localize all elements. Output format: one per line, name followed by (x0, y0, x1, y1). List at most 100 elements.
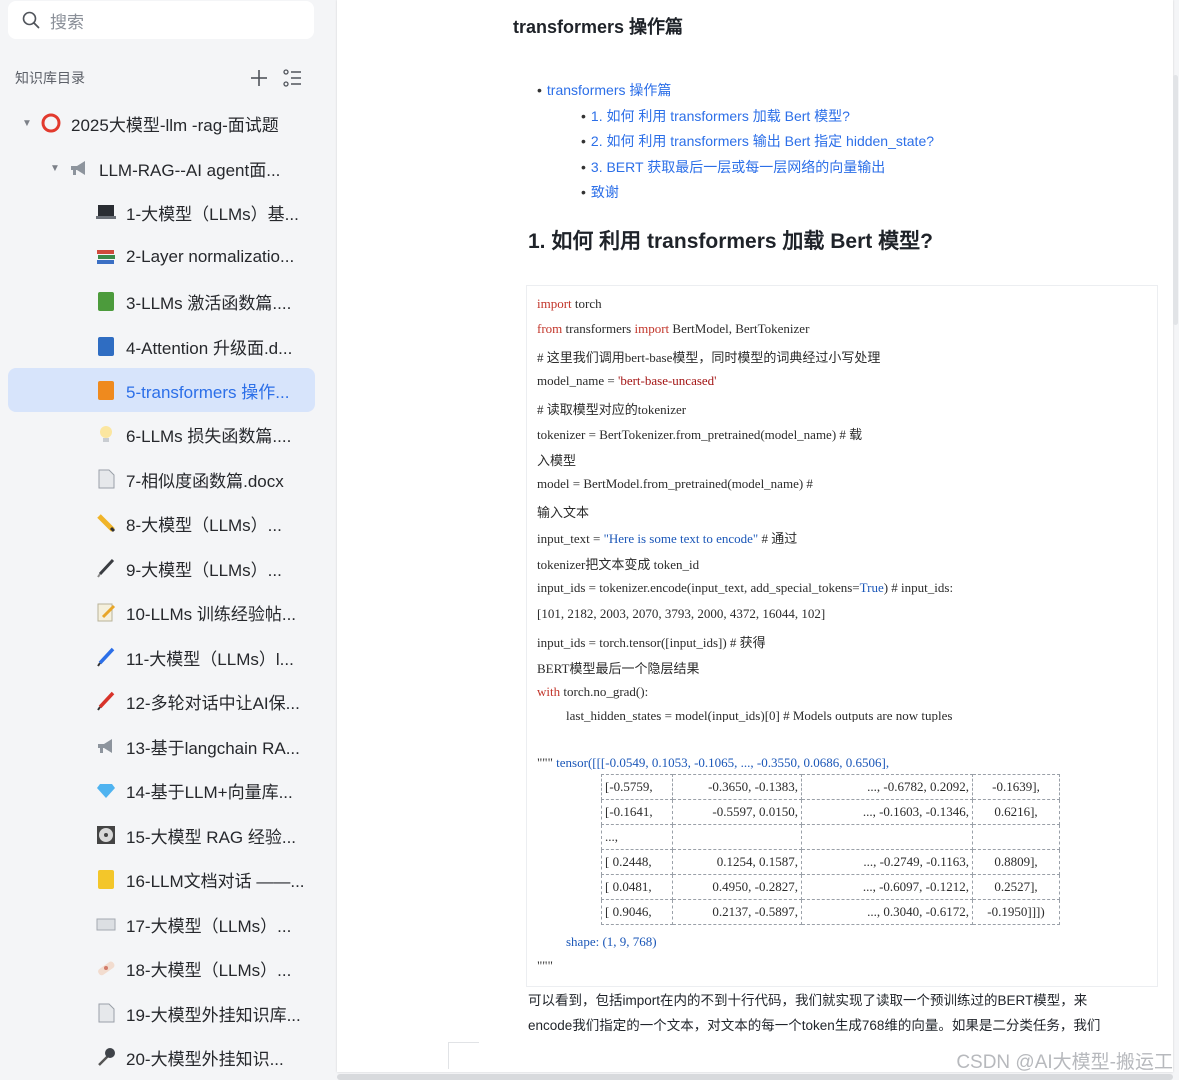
gem-icon (95, 779, 117, 801)
tree-item-doc[interactable]: 11-大模型（LLMs）l... (8, 635, 315, 679)
code-line: model = BertModel.from_pretrained(model_… (537, 476, 813, 491)
tree-item-doc[interactable]: 2-Layer normalizatio... (8, 235, 315, 279)
tree-item-label: 19-大模型外挂知识库... (126, 1005, 301, 1025)
search-box[interactable]: 搜索 (8, 1, 314, 39)
search-placeholder: 搜索 (50, 12, 84, 32)
horizontal-scrollbar[interactable] (337, 1074, 1173, 1080)
tree-item-label: 6-LLMs 损失函数篇.... (126, 426, 292, 446)
table-cell: ..., -0.2749, -0.1163, (801, 849, 973, 875)
tree-item-doc[interactable]: 7-相似度函数篇.docx (8, 457, 315, 501)
tree-item-label: 8-大模型（LLMs）... (126, 515, 282, 535)
tree-item-label: 20-大模型外挂知识... (126, 1049, 284, 1069)
tree-item-doc[interactable]: 10-LLMs 训练经验帖... (8, 590, 315, 634)
tree-item-label: 14-基于LLM+向量库... (126, 782, 293, 802)
table-cell: 0.2137, -0.5897, (672, 899, 802, 925)
tree-item-label: 16-LLM文档对话 ——... (126, 871, 305, 891)
tree-item-doc[interactable]: 6-LLMs 损失函数篇.... (8, 412, 315, 456)
tree-item-label: 12-多轮对话中让AI保... (126, 693, 300, 713)
tree-item-doc[interactable]: 12-多轮对话中让AI保... (8, 679, 315, 723)
tree-item-doc[interactable]: 4-Attention 升级面.d... (8, 324, 315, 368)
table-cell (972, 824, 1060, 850)
toc-link[interactable]: 2. 如何 利用 transformers 输出 Bert 指定 hidden_… (591, 133, 934, 149)
memo-icon (95, 601, 117, 623)
outline-list-icon[interactable] (283, 66, 303, 90)
code-line: import torch (537, 296, 602, 311)
toc-link[interactable]: 3. BERT 获取最后一层或每一层网络的向量输出 (591, 159, 885, 175)
megaphone-icon (68, 157, 90, 179)
tensor-output-table: [-0.5759, -0.3650, -0.1383, ..., -0.6782… (601, 774, 1060, 925)
table-row: [-0.1641, -0.5597, 0.0150, ..., -0.1603,… (601, 799, 1060, 825)
bandage-icon (95, 957, 117, 979)
table-row: [-0.5759, -0.3650, -0.1383, ..., -0.6782… (601, 774, 1060, 800)
tree-item-label: 1-大模型（LLMs）基... (126, 204, 299, 224)
code-line: tokenizer = BertTokenizer.from_pretraine… (537, 427, 863, 442)
tree-item-doc[interactable]: 20-大模型外挂知识... (8, 1035, 315, 1079)
table-row: ..., (601, 824, 1060, 850)
table-cell: 0.4950, -0.2827, (672, 874, 802, 900)
code-line: from transformers import BertModel, Bert… (537, 321, 810, 336)
toc-item[interactable]: • 致谢 (537, 180, 934, 206)
tree-item-label: 7-相似度函数篇.docx (126, 471, 284, 491)
page-corner-marker (448, 1042, 479, 1069)
tree-item-doc[interactable]: 8-大模型（LLMs）... (8, 501, 315, 545)
toc-link[interactable]: transformers 操作篇 (547, 82, 671, 98)
code-line: """ (537, 958, 553, 973)
table-cell: -0.3650, -0.1383, (672, 774, 802, 800)
tree-item-doc[interactable]: 18-大模型（LLMs）... (8, 946, 315, 990)
toc-link[interactable]: 1. 如何 利用 transformers 加载 Bert 模型? (591, 108, 850, 124)
table-cell: -0.1639], (972, 774, 1060, 800)
table-cell: -0.5597, 0.0150, (672, 799, 802, 825)
tree-item-label: 4-Attention 升级面.d... (126, 338, 293, 358)
kb-title: 知识库目录 (15, 70, 85, 86)
code-line: last_hidden_states = model(input_ids)[0]… (566, 708, 953, 722)
tree-item-label: 18-大模型（LLMs）... (126, 960, 292, 980)
table-cell: [-0.5759, (601, 774, 673, 800)
add-icon[interactable] (249, 66, 269, 90)
orange-book-icon (95, 379, 117, 401)
disc-icon (95, 824, 117, 846)
tree-item-doc[interactable]: 15-大模型 RAG 经验... (8, 813, 315, 857)
table-cell: 0.2527], (972, 874, 1060, 900)
tree-item-doc[interactable]: 17-大模型（LLMs）... (8, 902, 315, 946)
tree-item-label: 13-基于langchain RA... (126, 738, 300, 758)
toc-item[interactable]: • transformers 操作篇 (537, 78, 934, 104)
table-of-contents: • transformers 操作篇 • 1. 如何 利用 transformers… (537, 78, 934, 206)
toc-item[interactable]: • 3. BERT 获取最后一层或每一层网络的向量输出 (537, 155, 934, 181)
toc-link[interactable]: 致谢 (591, 184, 619, 200)
table-row: [ 0.2448, 0.1254, 0.1587, ..., -0.2749, … (601, 849, 1060, 875)
pen-icon (95, 557, 117, 579)
chevron-down-icon[interactable]: ▼ (48, 163, 62, 174)
laptop-icon (95, 201, 117, 223)
tree-item-doc[interactable]: 3-LLMs 激活函数篇.... (8, 279, 315, 323)
table-cell: [ 0.9046, (601, 899, 673, 925)
table-cell: ..., (601, 824, 673, 850)
table-cell: [ 0.2448, (601, 849, 673, 875)
table-row: [ 0.9046, 0.2137, -0.5897, ..., 0.3040, … (601, 899, 1060, 925)
vertical-scrollbar[interactable] (1173, 75, 1178, 325)
toc-item[interactable]: • 2. 如何 利用 transformers 输出 Bert 指定 hidden… (537, 129, 934, 155)
table-cell: [-0.1641, (601, 799, 673, 825)
table-row: [ 0.0481, 0.4950, -0.2827, ..., -0.6097,… (601, 874, 1060, 900)
chevron-down-icon[interactable]: ▼ (20, 118, 34, 129)
tree-item-doc[interactable]: 14-基于LLM+向量库... (8, 768, 315, 812)
tree-item-doc[interactable]: 13-基于langchain RA... (8, 724, 315, 768)
code-line: input_text = "Here is some text to encod… (537, 531, 798, 546)
tree-item-doc[interactable]: 16-LLM文档对话 ——... (8, 857, 315, 901)
tree-item-doc[interactable]: 1-大模型（LLMs）基... (8, 190, 315, 234)
toc-item[interactable]: • 1. 如何 利用 transformers 加载 Bert 模型? (537, 104, 934, 130)
tree-item-folder[interactable]: ▼ LLM-RAG--AI agent面... (8, 146, 315, 190)
tree-item-doc-active[interactable]: 5-transformers 操作... (8, 368, 315, 412)
tree-item-doc[interactable]: 19-大模型外挂知识库... (8, 991, 315, 1035)
code-line: # 读取模型对应的tokenizer (537, 402, 687, 417)
tree-item-doc[interactable]: 9-大模型（LLMs）... (8, 546, 315, 590)
blue-book-icon (95, 335, 117, 357)
green-book-icon (95, 290, 117, 312)
table-cell: [ 0.0481, (601, 874, 673, 900)
tree-item-label: LLM-RAG--AI agent面... (99, 160, 281, 180)
code-line: with torch.no_grad(): (537, 684, 649, 699)
tree-item-root[interactable]: ▼ 2025大模型-llm -rag-面试题 (8, 101, 315, 145)
books-icon (95, 246, 117, 268)
tree-item-label: 5-transformers 操作... (126, 382, 290, 402)
table-cell: -0.1950]]]) (972, 899, 1060, 925)
table-cell: ..., -0.1603, -0.1346, (801, 799, 973, 825)
